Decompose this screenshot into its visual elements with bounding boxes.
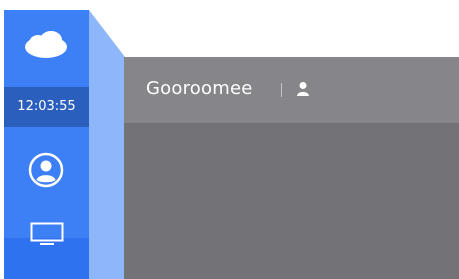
person-icon[interactable] <box>296 81 310 101</box>
brand-title: Gooroomee <box>146 78 253 99</box>
clock-display: 12:03:55 <box>4 87 89 127</box>
header-divider <box>281 83 282 97</box>
user-circle-icon[interactable] <box>28 152 64 192</box>
monitor-icon[interactable] <box>30 222 64 250</box>
cloud-icon[interactable] <box>24 30 68 64</box>
screen: 12:03:55 Gooroomee <box>0 0 459 279</box>
panel-wedge <box>89 10 125 279</box>
